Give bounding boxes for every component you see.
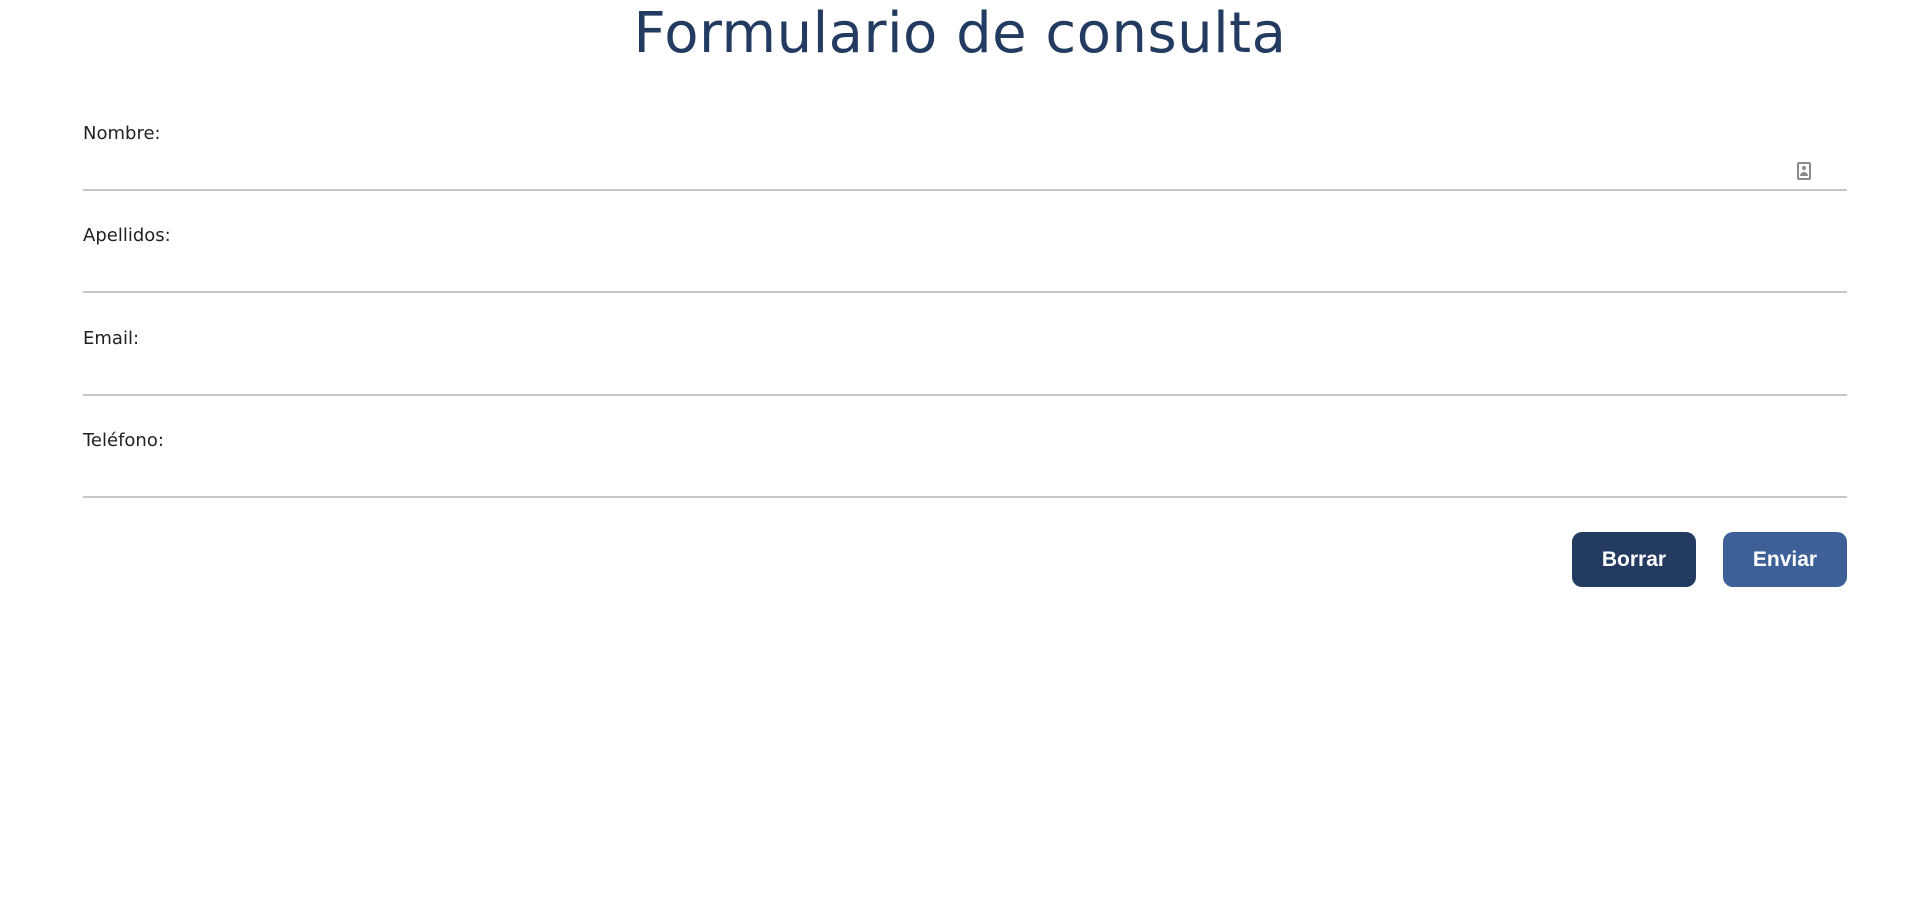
field-nombre: Nombre: [83,123,1847,218]
apellidos-label: Apellidos: [83,225,171,246]
field-email: Email: [83,328,1847,423]
telefono-label: Teléfono: [83,430,164,451]
nombre-input[interactable] [83,151,1847,191]
field-apellidos: Apellidos: [83,225,1847,320]
page-title: Formulario de consulta [633,1,1287,66]
field-telefono: Teléfono: [83,430,1847,525]
enviar-button[interactable]: Enviar [1723,532,1847,587]
form-actions: Borrar Enviar [1572,532,1847,587]
email-input[interactable] [83,356,1847,396]
email-label: Email: [83,328,140,349]
telefono-input[interactable] [83,458,1847,498]
contact-card-icon[interactable] [1797,162,1811,180]
page: Formulario de consulta Nombre: Apellidos… [0,0,1920,902]
apellidos-input[interactable] [83,253,1847,293]
nombre-label: Nombre: [83,123,161,144]
borrar-button[interactable]: Borrar [1572,532,1696,587]
